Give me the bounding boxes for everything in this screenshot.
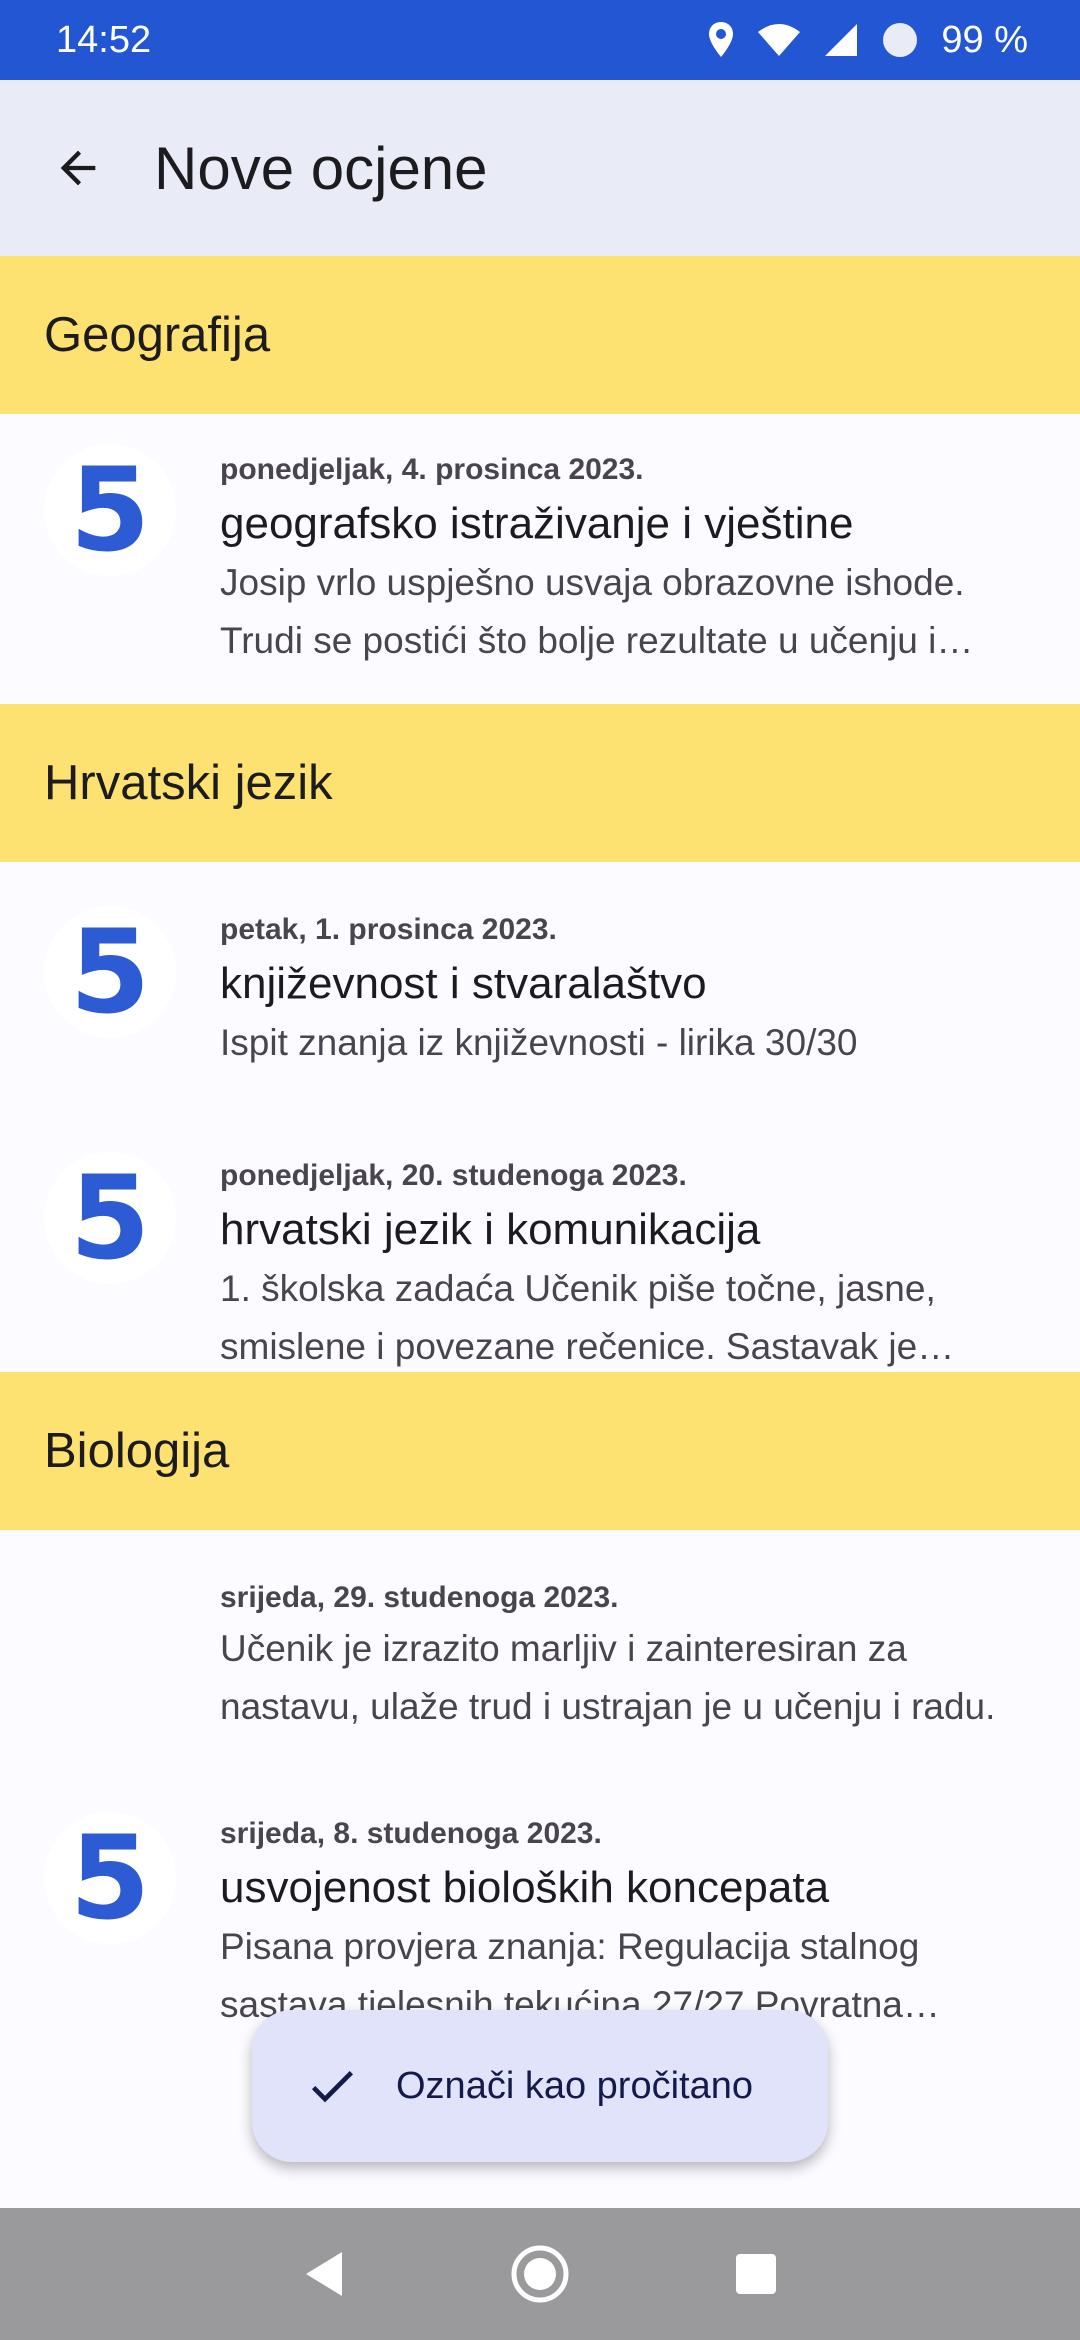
grade-item[interactable]: 5 petak, 1. prosinca 2023. književnost i… bbox=[0, 862, 1080, 1108]
app-bar: Nove ocjene bbox=[0, 80, 1080, 256]
status-bar: 14:52 99 % bbox=[0, 0, 1080, 80]
nav-recents-button[interactable] bbox=[716, 2234, 796, 2314]
grade-title: usvojenost bioloških koncepata bbox=[220, 1863, 830, 1912]
grade-title: književnost i stvaralaštvo bbox=[220, 959, 707, 1008]
circle-icon bbox=[883, 23, 918, 57]
grade-item[interactable]: 5 srijeda, 8. studenoga 2023. usvojenost… bbox=[0, 1768, 1080, 2025]
grade-description: 1. školska zadaća Učenik piše točne, jas… bbox=[220, 1268, 936, 1367]
nav-home-icon bbox=[511, 2245, 569, 2303]
grade-badge: 5 bbox=[44, 905, 176, 1040]
grade-date: srijeda, 8. studenoga 2023. bbox=[220, 1817, 602, 1850]
grade-date: petak, 1. prosinca 2023. bbox=[220, 913, 557, 946]
grade-description: Josip vrlo uspješno usvaja obrazovne ish… bbox=[220, 562, 965, 661]
grade-badge: 5 bbox=[44, 1151, 176, 1286]
grade-item[interactable]: 5 ponedjeljak, 4. prosinca 2023. geograf… bbox=[0, 414, 1080, 704]
nav-home-button[interactable] bbox=[500, 2234, 580, 2314]
signal-icon bbox=[825, 24, 858, 56]
location-icon bbox=[709, 22, 734, 57]
mark-as-read-label: Označi kao pročitano bbox=[396, 2064, 753, 2107]
mark-as-read-button[interactable]: Označi kao pročitano bbox=[252, 2010, 828, 2162]
section-header-geografija: Geografija bbox=[0, 256, 1080, 414]
grade-badge: 5 bbox=[44, 443, 176, 578]
nav-back-button[interactable] bbox=[284, 2234, 364, 2314]
grade-description: Ispit znanja iz književnosti - lirika 30… bbox=[220, 1022, 858, 1063]
section-header-hrvatski-jezik: Hrvatski jezik bbox=[0, 704, 1080, 862]
grade-title: hrvatski jezik i komunikacija bbox=[220, 1205, 761, 1254]
navigation-bar bbox=[0, 2208, 1080, 2340]
grade-badge: 5 bbox=[44, 1811, 176, 1946]
grade-item[interactable]: srijeda, 29. studenoga 2023. Učenik je i… bbox=[0, 1530, 1080, 1768]
grade-date: ponedjeljak, 4. prosinca 2023. bbox=[220, 453, 644, 486]
back-arrow-icon bbox=[60, 150, 96, 186]
back-button[interactable] bbox=[38, 128, 118, 208]
status-icons: 99 % bbox=[707, 19, 1028, 62]
grade-date: ponedjeljak, 20. studenoga 2023. bbox=[220, 1159, 687, 1192]
check-icon bbox=[311, 2071, 353, 2103]
status-time: 14:52 bbox=[56, 18, 152, 61]
battery-level: 99 % bbox=[941, 18, 1028, 61]
grade-title: geografsko istraživanje i vještine bbox=[220, 499, 854, 548]
grade-date: srijeda, 29. studenoga 2023. bbox=[220, 1581, 619, 1614]
grade-item[interactable]: 5 ponedjeljak, 20. studenoga 2023. hrvat… bbox=[0, 1108, 1080, 1372]
grades-list: Geografija 5 ponedjeljak, 4. prosinca 20… bbox=[0, 256, 1080, 2025]
nav-recents-icon bbox=[736, 2254, 776, 2294]
section-header-biologija: Biologija bbox=[0, 1372, 1080, 1530]
grade-description: Učenik je izrazito marljiv i zainteresir… bbox=[220, 1628, 996, 1727]
page-title: Nove ocjene bbox=[154, 134, 488, 202]
wifi-icon bbox=[758, 24, 801, 56]
nav-back-icon bbox=[306, 2252, 342, 2296]
